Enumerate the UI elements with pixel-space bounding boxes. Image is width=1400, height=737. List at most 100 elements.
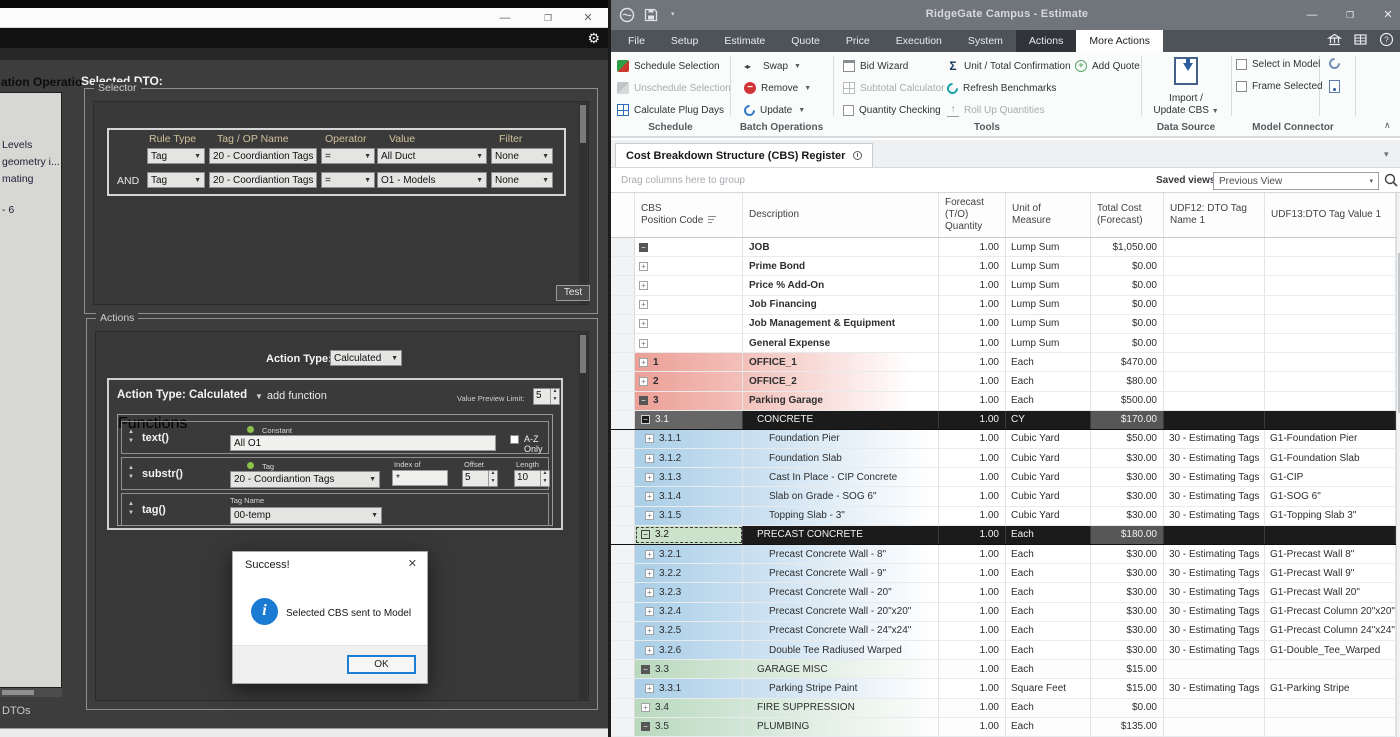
cbs-position-cell[interactable]: −3.3	[635, 660, 743, 678]
forecast-quantity-cell[interactable]: 1.00	[939, 507, 1006, 525]
reorder-arrows[interactable]: ▲▼	[128, 465, 134, 480]
unit-of-measure-cell[interactable]: Cubic Yard	[1006, 507, 1091, 525]
udf13-cell[interactable]	[1265, 315, 1396, 333]
cbs-position-cell[interactable]: +	[635, 296, 743, 314]
expand-icon[interactable]: +	[639, 300, 648, 309]
add-function-button[interactable]: ▼add function	[255, 390, 327, 402]
cbs-position-cell[interactable]: +3.2.2	[635, 564, 743, 582]
cbs-position-cell[interactable]: +3.1.5	[635, 507, 743, 525]
description-cell[interactable]: GARAGE MISC	[743, 660, 939, 678]
description-cell[interactable]: Foundation Pier	[743, 430, 939, 448]
udf13-cell[interactable]	[1265, 238, 1396, 256]
expand-icon[interactable]: +	[645, 454, 654, 463]
gear-icon[interactable]: ⚙	[587, 30, 600, 46]
udf13-cell[interactable]	[1265, 718, 1396, 736]
collapse-icon[interactable]: −	[641, 530, 650, 539]
description-cell[interactable]: Precast Concrete Wall - 20"x20"	[743, 603, 939, 621]
import-update-cbs-button[interactable]: Import / Update CBS ▼	[1141, 55, 1231, 117]
unit-of-measure-cell[interactable]: Each	[1006, 564, 1091, 582]
description-cell[interactable]: JOB	[743, 238, 939, 256]
description-cell[interactable]: OFFICE_2	[743, 372, 939, 390]
expand-icon[interactable]: +	[645, 511, 654, 520]
ok-button[interactable]: OK	[347, 655, 416, 674]
unit-of-measure-cell[interactable]: Each	[1006, 718, 1091, 736]
udf12-cell[interactable]: 30 - Estimating Tags	[1164, 430, 1265, 448]
list-item[interactable]: geometry i...	[0, 154, 61, 171]
cbs-position-cell[interactable]: +3.3.1	[635, 679, 743, 697]
expand-icon[interactable]: +	[645, 550, 654, 559]
unit-of-measure-cell[interactable]: Cubic Yard	[1006, 468, 1091, 486]
saved-views-dropdown[interactable]: Previous View▾	[1213, 172, 1379, 190]
column-header-description[interactable]: Description	[743, 193, 939, 237]
menu-item-file[interactable]: File	[615, 30, 658, 52]
udf13-cell[interactable]: G1-Topping Slab 3"	[1265, 507, 1396, 525]
udf13-cell[interactable]	[1265, 296, 1396, 314]
udf12-cell[interactable]	[1164, 296, 1265, 314]
total-cost-cell[interactable]: $15.00	[1091, 660, 1164, 678]
forecast-quantity-cell[interactable]: 1.00	[939, 296, 1006, 314]
description-cell[interactable]: OFFICE_1	[743, 353, 939, 371]
table-icon[interactable]	[1353, 32, 1368, 47]
menu-item-actions[interactable]: Actions	[1016, 30, 1076, 52]
nav-horizontal-scrollbar[interactable]	[0, 688, 62, 697]
forecast-quantity-cell[interactable]: 1.00	[939, 449, 1006, 467]
minimize-button[interactable]: —	[497, 10, 513, 26]
forecast-quantity-cell[interactable]: 1.00	[939, 622, 1006, 640]
menu-item-quote[interactable]: Quote	[778, 30, 833, 52]
forecast-quantity-cell[interactable]: 1.00	[939, 315, 1006, 333]
sort-icon[interactable]	[708, 216, 716, 223]
total-cost-cell[interactable]: $30.00	[1091, 641, 1164, 659]
column-header-unit-of-measure[interactable]: Unit ofMeasure	[1006, 193, 1091, 237]
expand-icon[interactable]: +	[645, 434, 654, 443]
operator-dropdown[interactable]: =▼	[321, 148, 375, 164]
description-cell[interactable]: Foundation Slab	[743, 449, 939, 467]
column-header-total-cost-forecast[interactable]: Total Cost(Forecast)	[1091, 193, 1164, 237]
library-icon[interactable]	[1327, 32, 1342, 47]
udf12-cell[interactable]	[1164, 257, 1265, 275]
forecast-quantity-cell[interactable]: 1.00	[939, 718, 1006, 736]
unit-of-measure-cell[interactable]: Lump Sum	[1006, 315, 1091, 333]
total-cost-cell[interactable]: $0.00	[1091, 315, 1164, 333]
unit-of-measure-cell[interactable]: Each	[1006, 622, 1091, 640]
table-row[interactable]: −3.1CONCRETE1.00CY$170.00	[611, 411, 1396, 430]
list-item[interactable]: mating	[0, 171, 61, 188]
spinner-value[interactable]: 5	[463, 471, 488, 486]
udf12-cell[interactable]	[1164, 372, 1265, 390]
reorder-arrows[interactable]: ▲▼	[128, 429, 134, 444]
total-cost-cell[interactable]: $30.00	[1091, 487, 1164, 505]
description-cell[interactable]: Precast Concrete Wall - 24"x24"	[743, 622, 939, 640]
reorder-arrows[interactable]: ▲▼	[128, 501, 134, 516]
tag-name-dropdown[interactable]: 00-temp▼	[230, 507, 382, 524]
column-header-forecast-t-o-quantity[interactable]: Forecast(T/O)Quantity	[939, 193, 1006, 237]
udf13-cell[interactable]: G1-Foundation Slab	[1265, 449, 1396, 467]
unit-of-measure-cell[interactable]: Each	[1006, 699, 1091, 717]
spinner-arrows[interactable]: ▲▼	[550, 389, 559, 404]
schedule-selection-button[interactable]: Schedule Selection	[617, 58, 720, 74]
udf13-cell[interactable]: G1-Precast Wall 8"	[1265, 545, 1396, 563]
expand-icon[interactable]: +	[645, 588, 654, 597]
total-cost-cell[interactable]: $30.00	[1091, 564, 1164, 582]
udf12-cell[interactable]: 30 - Estimating Tags	[1164, 564, 1265, 582]
bid-wizard-button[interactable]: Bid Wizard	[843, 58, 908, 74]
description-cell[interactable]: Parking Garage	[743, 392, 939, 410]
table-row[interactable]: +1OFFICE_11.00Each$470.00	[611, 353, 1396, 372]
unit-of-measure-cell[interactable]: Each	[1006, 372, 1091, 390]
total-cost-cell[interactable]: $30.00	[1091, 507, 1164, 525]
udf13-cell[interactable]: G1-Double_Tee_Warped	[1265, 641, 1396, 659]
total-cost-cell[interactable]: $30.00	[1091, 545, 1164, 563]
udf12-cell[interactable]: 30 - Estimating Tags	[1164, 622, 1265, 640]
total-cost-cell[interactable]: $180.00	[1091, 526, 1164, 544]
total-cost-cell[interactable]: $0.00	[1091, 276, 1164, 294]
total-cost-cell[interactable]: $30.00	[1091, 583, 1164, 601]
table-row[interactable]: +Job Management & Equipment1.00Lump Sum$…	[611, 315, 1396, 334]
expand-icon[interactable]: +	[645, 684, 654, 693]
sync-model-icon[interactable]	[1329, 58, 1340, 69]
frame-model-icon[interactable]	[1329, 80, 1340, 93]
grouping-bar[interactable]: Drag columns here to group Saved views: …	[611, 167, 1400, 193]
forecast-quantity-cell[interactable]: 1.00	[939, 660, 1006, 678]
expand-icon[interactable]: +	[645, 646, 654, 655]
frame-selected-checkbox[interactable]	[1236, 81, 1247, 92]
forecast-quantity-cell[interactable]: 1.00	[939, 392, 1006, 410]
unit-of-measure-cell[interactable]: Lump Sum	[1006, 276, 1091, 294]
table-row[interactable]: +3.2.1Precast Concrete Wall - 8"1.00Each…	[611, 545, 1396, 564]
